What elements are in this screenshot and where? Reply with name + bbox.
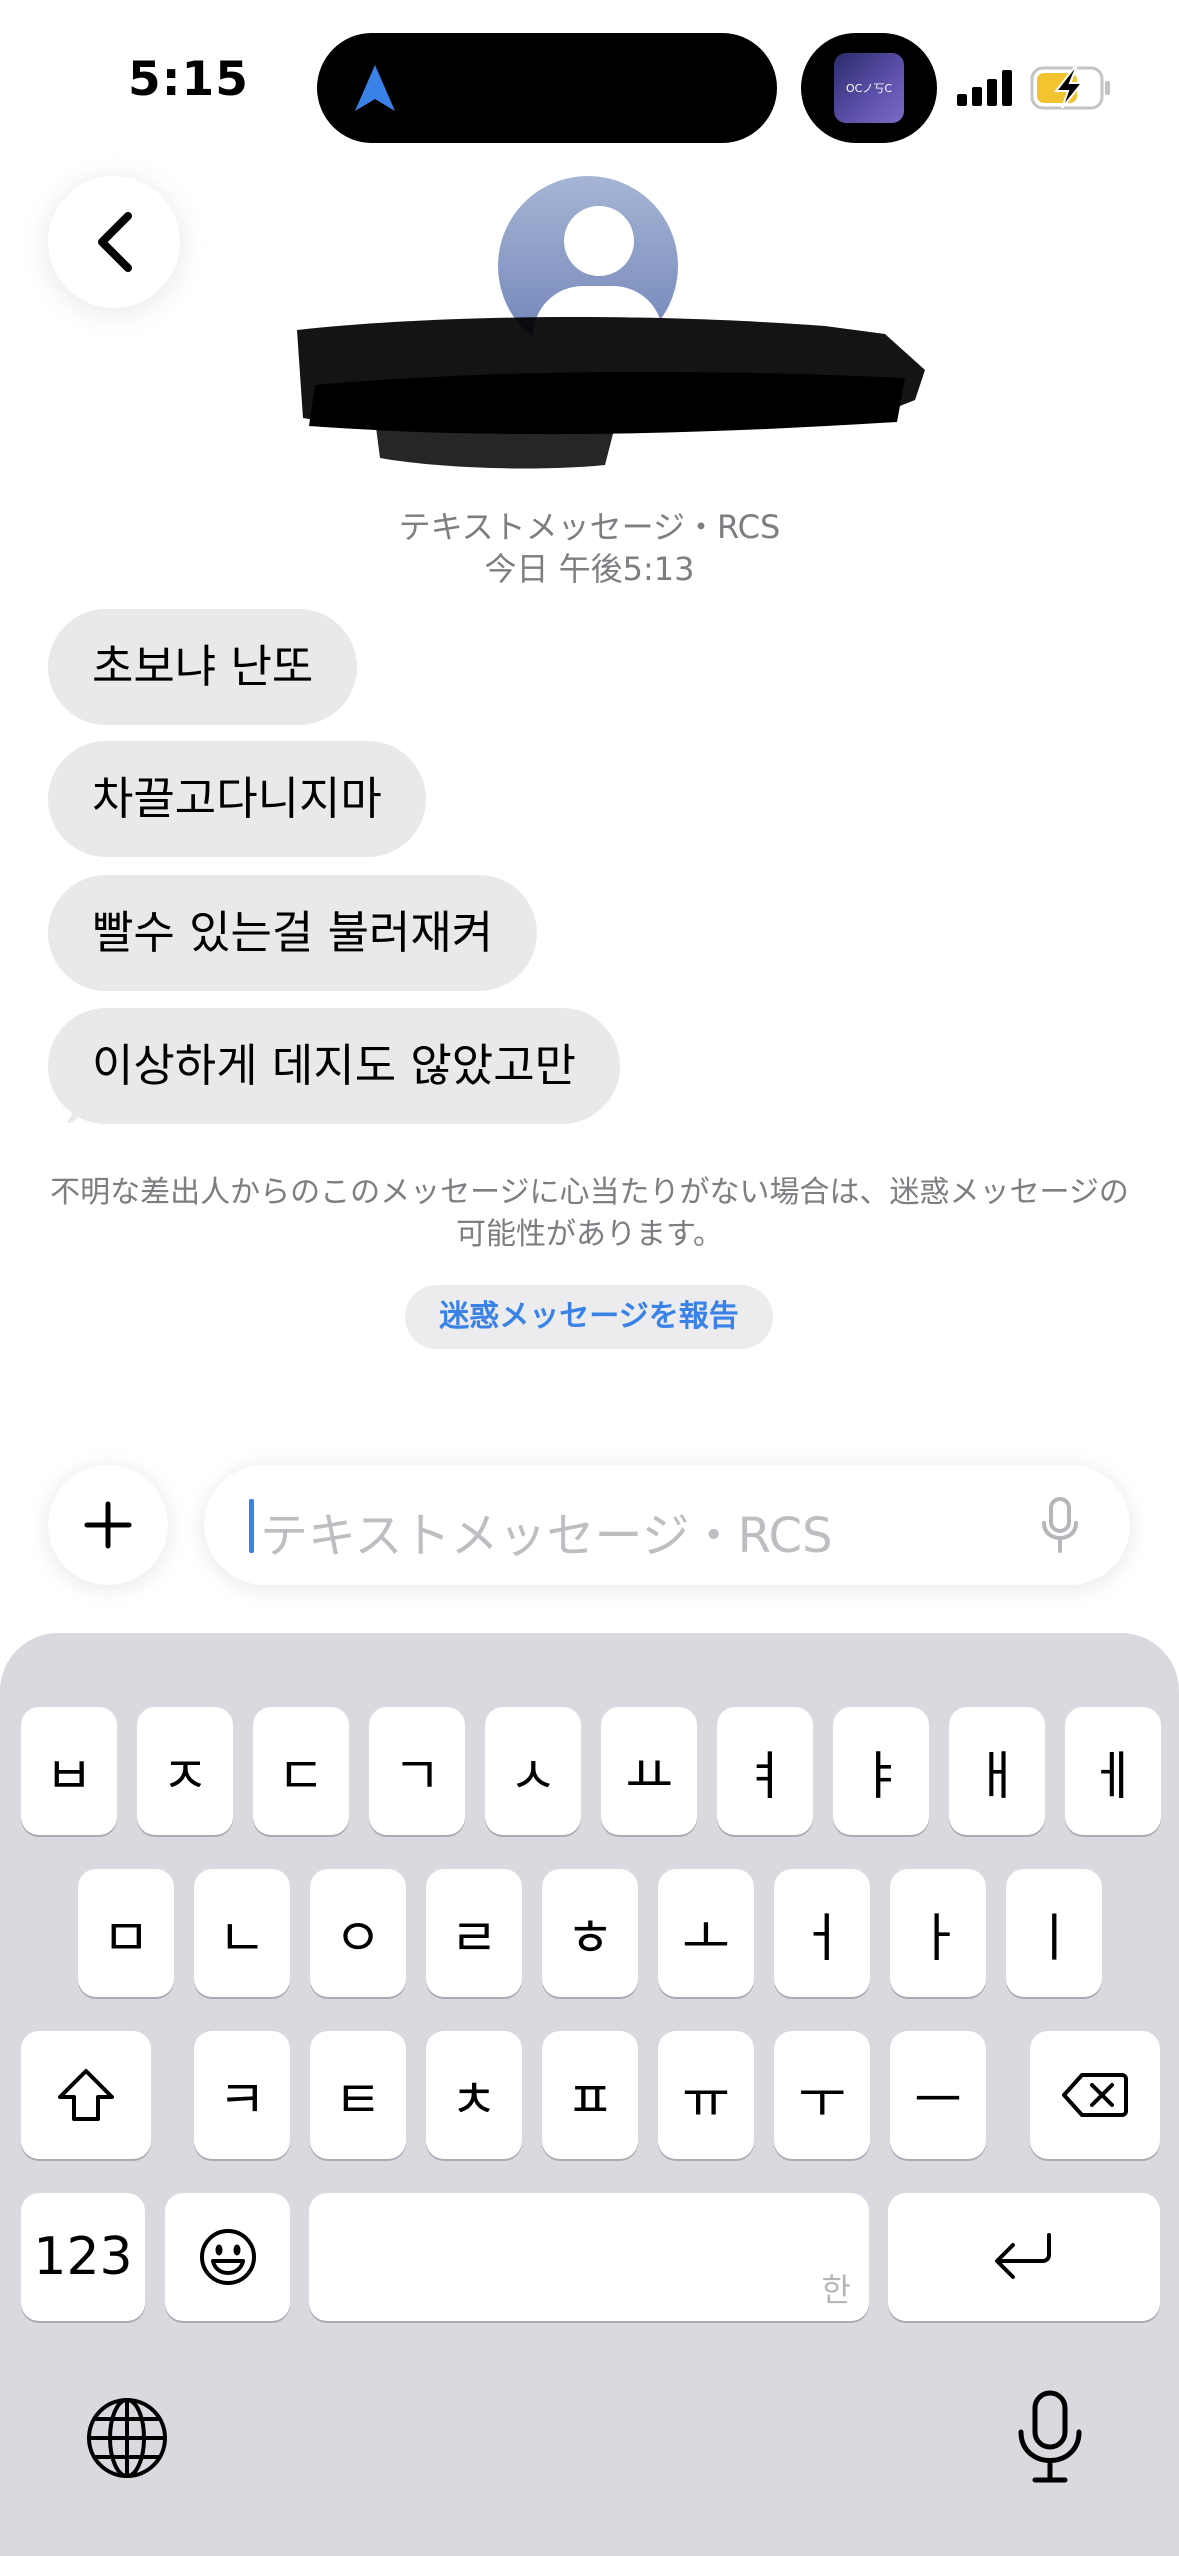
keyboard-key[interactable]: ㅌ	[310, 2031, 406, 2159]
keyboard-key[interactable]: ㅅ	[485, 1707, 581, 1835]
plus-icon	[84, 1501, 132, 1549]
message-input-placeholder: テキストメッセージ・RCS	[260, 1508, 833, 1564]
keyboard-key[interactable]: ㅣ	[1006, 1869, 1102, 1997]
album-art-thumbnail: OCノ丂C	[834, 53, 904, 123]
incoming-message-bubble[interactable]: 초보냐 난또	[48, 609, 358, 725]
keyboard-key[interactable]: ㅗ	[658, 1869, 754, 1997]
keyboard-key[interactable]: ㅑ	[833, 1707, 929, 1835]
keyboard-key[interactable]: ㅛ	[601, 1707, 697, 1835]
status-time: 5:15	[128, 52, 249, 107]
message-input-field[interactable]: テキストメッセージ・RCS	[204, 1465, 1130, 1585]
keyboard-key[interactable]: ㄹ	[426, 1869, 522, 1997]
keyboard-key[interactable]: ㅕ	[717, 1707, 813, 1835]
incoming-message-bubble[interactable]: 빨수 있는걸 불러재켜	[48, 875, 538, 991]
keyboard: ㅂㅈㄷㄱㅅㅛㅕㅑㅐㅔ ㅁㄴㅇㄹㅎㅗㅓㅏㅣ ㅋㅌㅊㅍㅠㅜㅡ 123 한	[0, 1633, 1179, 2556]
return-icon	[995, 2233, 1051, 2279]
microphone-icon[interactable]	[1040, 1497, 1080, 1553]
text-cursor	[249, 1499, 254, 1553]
keyboard-key[interactable]: ㄷ	[253, 1707, 349, 1835]
keyboard-key[interactable]: ㅈ	[137, 1707, 233, 1835]
keyboard-key[interactable]: ㅐ	[949, 1707, 1045, 1835]
cellular-signal-icon	[957, 70, 1012, 106]
now-playing-island[interactable]: OCノ丂C	[801, 33, 937, 143]
back-button[interactable]	[48, 176, 180, 308]
conversation-timestamp: 今日 午後5:13	[484, 550, 695, 588]
chevron-left-icon	[98, 212, 132, 272]
keyboard-key[interactable]: ㅓ	[774, 1869, 870, 1997]
return-key[interactable]	[888, 2193, 1160, 2321]
delete-key[interactable]	[1030, 2031, 1160, 2159]
bubble-tail	[58, 1088, 98, 1124]
incoming-message-bubble[interactable]: 차끌고다니지마	[48, 741, 426, 857]
album-art-text: OCノ丂C	[845, 82, 893, 95]
battery-charging-icon	[1030, 66, 1110, 110]
dictation-microphone-icon[interactable]	[1015, 2390, 1085, 2484]
keyboard-key[interactable]: ㅔ	[1065, 1707, 1161, 1835]
add-attachment-button[interactable]	[48, 1465, 168, 1585]
keyboard-key[interactable]: ㅍ	[542, 2031, 638, 2159]
keyboard-key[interactable]: ㅜ	[774, 2031, 870, 2159]
shift-key[interactable]	[21, 2031, 151, 2159]
keyboard-key[interactable]: ㅏ	[890, 1869, 986, 1997]
numbers-key[interactable]: 123	[21, 2193, 145, 2321]
keyboard-key[interactable]: ㅁ	[78, 1869, 174, 1997]
emoji-key[interactable]	[165, 2193, 290, 2321]
keyboard-key[interactable]: ㅊ	[426, 2031, 522, 2159]
keyboard-key[interactable]: ㄱ	[369, 1707, 465, 1835]
space-bar[interactable]: 한	[309, 2193, 869, 2321]
keyboard-key[interactable]: ㅋ	[194, 2031, 290, 2159]
keyboard-key[interactable]: ㅡ	[890, 2031, 986, 2159]
avatar-head	[564, 206, 634, 276]
keyboard-key[interactable]: ㅂ	[21, 1707, 117, 1835]
incoming-message-bubble[interactable]: 이상하게 데지도 않았고만	[48, 1008, 621, 1124]
emoji-icon	[199, 2229, 256, 2285]
navigation-arrow-icon	[355, 65, 395, 111]
shift-icon	[58, 2069, 114, 2121]
redacted-contact-name[interactable]	[285, 290, 935, 480]
unknown-sender-notice: 不明な差出人からのこのメッセージに心当たりがない場合は、迷惑メッセージの可能性が…	[50, 1175, 1129, 1252]
keyboard-key[interactable]: ㅠ	[658, 2031, 754, 2159]
delete-backward-icon	[1062, 2073, 1128, 2117]
service-label: テキストメッセージ・RCS	[398, 508, 781, 546]
globe-icon[interactable]	[85, 2396, 169, 2480]
keyboard-key[interactable]: ㅇ	[310, 1869, 406, 1997]
keyboard-key[interactable]: ㄴ	[194, 1869, 290, 1997]
report-junk-button[interactable]: 迷惑メッセージを報告	[405, 1285, 773, 1349]
dynamic-island[interactable]	[317, 33, 777, 143]
space-bar-language-hint: 한	[821, 2271, 851, 2309]
keyboard-key[interactable]: ㅎ	[542, 1869, 638, 1997]
